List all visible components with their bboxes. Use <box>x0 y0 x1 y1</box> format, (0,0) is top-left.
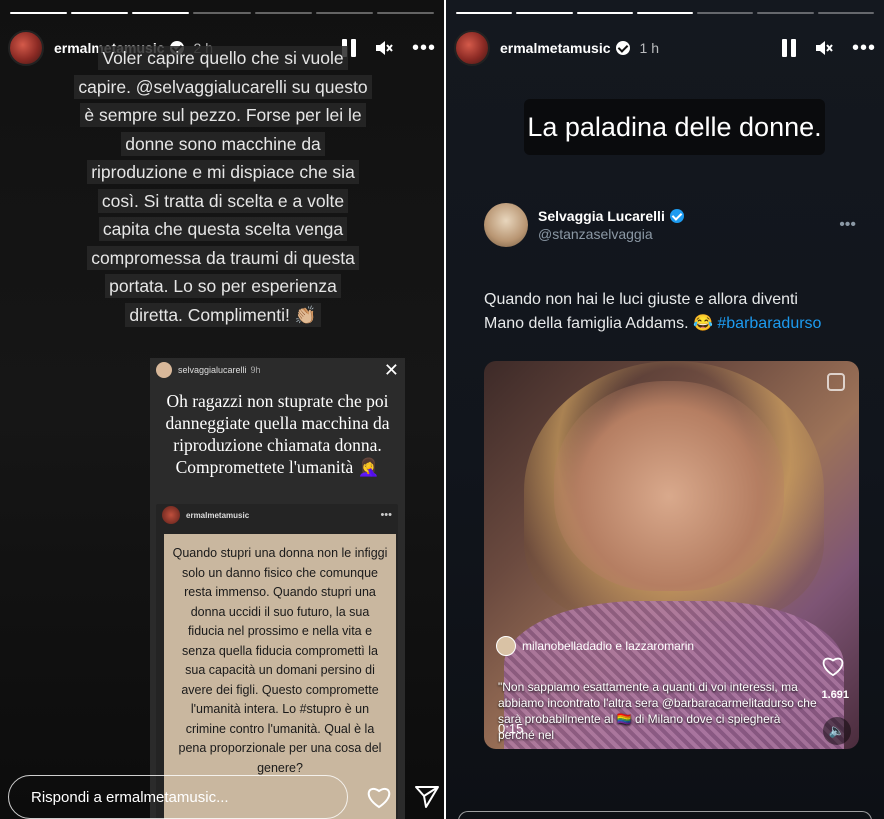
video-caption: "Non sappiamo esattamente a quanti di vo… <box>498 680 817 742</box>
video-creators-text: milanobelladadio e lazzaromarin <box>522 639 695 653</box>
tweet-hashtag: #barbaradurso <box>717 315 822 332</box>
story-progress-bar <box>10 12 434 14</box>
verified-badge-icon <box>615 41 630 55</box>
collab-icon <box>827 373 845 391</box>
screenshot-time: 9h <box>250 365 261 375</box>
inner-username: ermalmetamusic <box>186 510 250 520</box>
avatar <box>484 203 528 247</box>
story-header: ermalmetamusic 1 h ••• <box>454 28 876 68</box>
tweet-author-handle: @stanzaselvaggia <box>538 226 653 242</box>
progress-segment <box>254 12 312 14</box>
progress-segment <box>697 12 754 14</box>
tweet-author-name: Selvaggia Lucarelli <box>538 208 665 224</box>
avatar <box>496 636 516 656</box>
caption-line: capire. @selvaggialucarelli su questo <box>74 74 372 99</box>
progress-segment <box>817 12 874 14</box>
right-story-panel: ermalmetamusic 1 h ••• La paladina delle… <box>446 0 884 819</box>
more-options-icon: ••• <box>380 509 392 521</box>
progress-segment <box>576 12 633 14</box>
story-title: La paladina delle donne. <box>524 99 825 155</box>
post-time: 1 h <box>639 40 659 56</box>
video-creators: milanobelladadio e lazzaromarin <box>496 636 694 656</box>
video-timestamp: 0:15 <box>498 721 524 736</box>
progress-segment <box>132 12 190 14</box>
more-options-icon[interactable]: ••• <box>852 38 876 58</box>
caption-line: è sempre sul pezzo. Forse per lei le <box>80 103 366 127</box>
heart-icon <box>821 655 845 682</box>
more-options-icon: ••• <box>839 216 856 233</box>
video-frame <box>554 381 784 591</box>
tweet-text: Quando non hai le luci giuste e allora d… <box>484 288 856 336</box>
heart-icon[interactable] <box>366 785 392 809</box>
left-story-panel: ermalmetamusic 2 h ••• Voler capire quel… <box>0 0 444 819</box>
progress-segment <box>757 12 814 14</box>
avatar <box>156 362 172 378</box>
reply-bar: Rispondi a ermalmetamusic... <box>8 775 444 819</box>
pause-icon[interactable] <box>781 39 796 57</box>
inner-post: ermalmetamusic ••• Quando stupri una don… <box>156 504 398 819</box>
mute-icon[interactable] <box>814 39 834 57</box>
progress-segment <box>71 12 129 14</box>
username[interactable]: ermalmetamusic <box>500 40 611 56</box>
embedded-video: milanobelladadio e lazzaromarin 1.691 "N… <box>484 361 859 749</box>
caption-line: portata. Lo so per esperienza <box>105 274 341 298</box>
avatar <box>162 506 180 524</box>
caption-line: capita che questa scelta venga <box>98 217 348 241</box>
tweet-text-line1: Quando non hai le luci giuste e allora d… <box>484 291 798 308</box>
progress-segment <box>376 12 434 14</box>
progress-segment <box>315 12 373 14</box>
caption-line: Voler capire quello che si vuole <box>98 46 348 70</box>
caption-line: riproduzione e mi dispiace che sia <box>87 160 359 184</box>
progress-segment <box>636 12 694 14</box>
reply-bar <box>458 811 872 819</box>
caption-line: donne sono macchine da <box>121 131 325 156</box>
caption-line: così. Si tratta di scelta e a volte <box>97 188 349 213</box>
video-like-count: 1.691 <box>821 689 849 701</box>
caption-line: compromessa da traumi di questa <box>87 245 359 270</box>
send-icon[interactable] <box>414 785 440 809</box>
caption-line: diretta. Complimenti! 👏🏼 <box>125 302 321 327</box>
progress-segment <box>193 12 251 14</box>
more-options-icon[interactable]: ••• <box>412 38 436 58</box>
screenshot-quote: Oh ragazzi non stuprate che poi danneggi… <box>165 391 390 477</box>
verified-badge-icon <box>669 209 684 223</box>
sound-icon: 🔈 <box>823 717 851 745</box>
story-progress-bar <box>456 12 874 14</box>
tweet-text-line2: Mano della famiglia Addams. 😂 <box>484 315 718 332</box>
close-icon: ✕ <box>383 360 399 380</box>
progress-segment <box>456 12 513 14</box>
story-caption: Voler capire quello che si vuole capire. … <box>38 44 408 329</box>
shared-story-screenshot: selvaggialucarelli 9h ✕ Oh ragazzi non s… <box>150 358 405 819</box>
screenshot-username: selvaggialucarelli <box>178 365 247 375</box>
progress-segment <box>10 12 68 14</box>
reply-input[interactable]: Rispondi a ermalmetamusic... <box>8 775 348 819</box>
tweet-card: Selvaggia Lucarelli @stanzaselvaggia •••… <box>484 200 856 336</box>
avatar[interactable] <box>454 30 490 66</box>
progress-segment <box>516 12 573 14</box>
